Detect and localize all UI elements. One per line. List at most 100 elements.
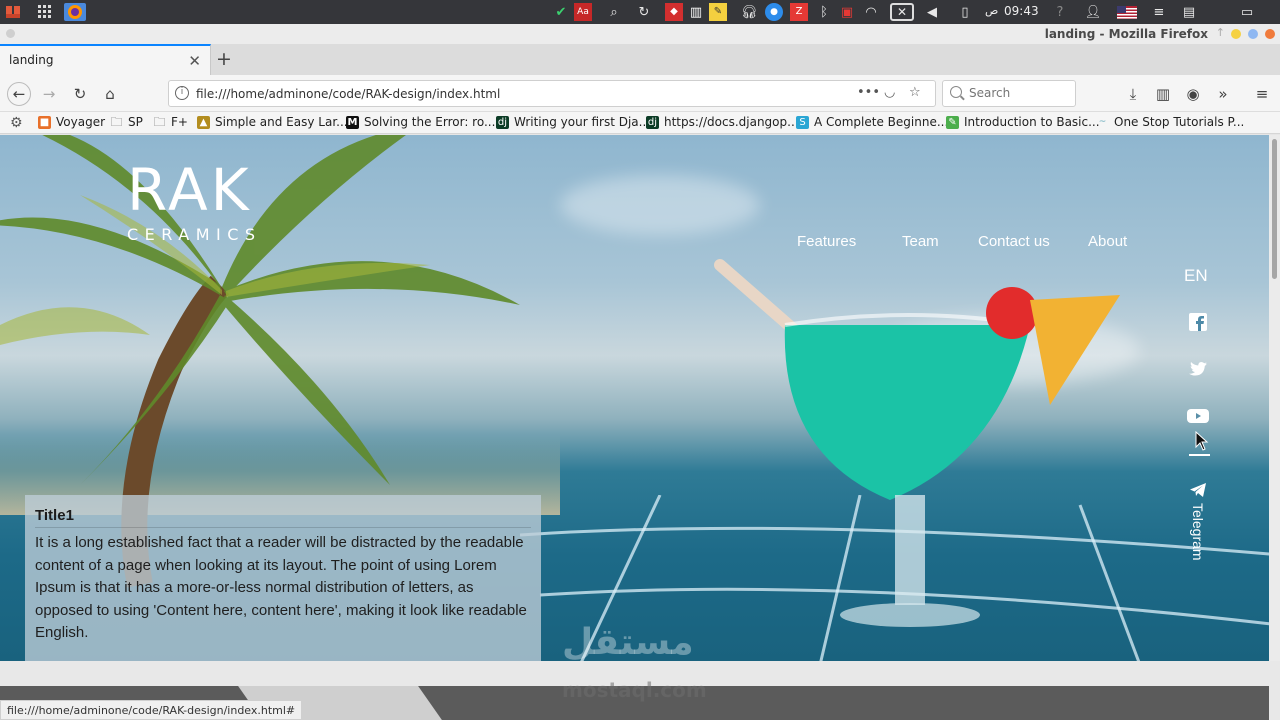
bookmark-item[interactable]: ▲ Simple and Easy Lar...	[197, 115, 348, 129]
sidebar-icon[interactable]: ▥	[1151, 82, 1175, 106]
bookmark-folder[interactable]: 🗀 F+	[153, 114, 188, 129]
firefox-taskbar-icon[interactable]	[64, 3, 86, 21]
logo-sub: CERAMICS	[127, 225, 262, 244]
close-window-button[interactable]	[1265, 29, 1275, 39]
url-bar[interactable]: i file:///home/adminone/code/RAK-design/…	[168, 80, 936, 107]
new-tab-button[interactable]: +	[216, 48, 232, 70]
record-icon[interactable]: ▣	[838, 3, 856, 21]
site-logo[interactable]: RAK CERAMICS	[127, 159, 262, 244]
nav-about[interactable]: About	[1088, 233, 1127, 250]
notes-icon[interactable]: ✎	[709, 3, 727, 21]
us-flag-icon[interactable]	[1116, 3, 1138, 21]
watermark-latin: mostaql.com	[562, 678, 707, 702]
twitter-icon[interactable]	[1187, 359, 1209, 379]
window-titlebar[interactable]: landing - Mozilla Firefox ↑	[0, 24, 1280, 44]
bookmark-label: Simple and Easy Lar...	[215, 115, 348, 129]
account-icon[interactable]: ◉	[1181, 82, 1205, 106]
hamburger-menu-icon[interactable]: ≡	[1250, 82, 1274, 106]
overflow-chevron-icon[interactable]: »	[1211, 82, 1235, 106]
info-icon[interactable]: i	[175, 86, 189, 100]
language-switch[interactable]: EN	[1184, 266, 1208, 286]
card-title: Title1	[35, 507, 531, 528]
nav-team[interactable]: Team	[902, 233, 939, 250]
youtube-icon[interactable]	[1187, 406, 1209, 426]
downloads-icon[interactable]: ⤓	[1121, 82, 1145, 106]
django-icon: dj	[646, 115, 659, 129]
search-box[interactable]	[942, 80, 1076, 107]
bookmark-label: Writing your first Dja...	[514, 115, 651, 129]
app-menu-icon[interactable]	[4, 3, 22, 21]
search-input[interactable]	[969, 86, 1069, 100]
medium-icon: M	[346, 115, 359, 129]
laravel-icon: ▲	[197, 115, 210, 129]
bookmark-item[interactable]: dj https://docs.djangop...	[646, 115, 799, 129]
pocket-icon[interactable]: ◡	[884, 85, 895, 100]
bookmark-star-icon[interactable]: ☆	[909, 85, 921, 100]
tab-close-icon[interactable]: ✕	[188, 52, 201, 70]
page-actions-icon[interactable]: •••	[857, 85, 880, 100]
page-scrollbar[interactable]	[1269, 135, 1280, 661]
search-tray-icon[interactable]: ⌕	[605, 3, 623, 21]
bookmark-label: SP	[128, 115, 143, 129]
wifi-icon[interactable]: ◠	[862, 3, 880, 21]
calendar-icon[interactable]: ●	[765, 3, 783, 21]
navigation-toolbar: ← → ↻ ⌂ i file:///home/adminone/code/RAK…	[0, 75, 1280, 112]
bookmark-item[interactable]: ✎ Introduction to Basic...	[946, 115, 1100, 129]
nav-contact-us[interactable]: Contact us	[978, 233, 1050, 250]
bookmark-item[interactable]: dj Writing your first Dja...	[496, 115, 650, 129]
watermark: مستقل mostaql.com	[562, 622, 707, 702]
user-icon[interactable]: 👤︎	[1084, 3, 1102, 21]
bookmark-folder[interactable]: 🗀 SP	[110, 115, 143, 129]
nav-features[interactable]: Features	[797, 233, 856, 250]
bookmark-item[interactable]: S A Complete Beginne...	[796, 115, 948, 129]
tab-landing[interactable]: landing ✕	[0, 44, 211, 75]
status-url: file:///home/adminone/code/RAK-design/in…	[0, 700, 303, 720]
dictionary-icon[interactable]: Aa	[574, 3, 592, 21]
gear-icon[interactable]: ⚙	[10, 115, 23, 131]
window-title: landing - Mozilla Firefox	[1044, 27, 1208, 41]
home-button[interactable]: ⌂	[98, 82, 122, 106]
window-menu-icon[interactable]	[6, 29, 15, 38]
history-icon[interactable]: ↻	[635, 3, 653, 21]
social-divider	[1189, 454, 1210, 456]
app-grid-icon[interactable]	[36, 3, 54, 21]
cocktail-glass-image	[714, 259, 1120, 627]
url-text[interactable]: file:///home/adminone/code/RAK-design/in…	[196, 87, 500, 101]
bookmark-item[interactable]: M Solving the Error: ro...	[346, 115, 495, 129]
headphones-icon[interactable]: 🎧︎	[740, 3, 758, 21]
anydesk-icon[interactable]: ◆	[665, 3, 683, 21]
bookmarks-toolbar: ⚙ ■ Voyager 🗀 SP 🗀 F+ ▲ Simple and Easy Lar.…	[0, 112, 1280, 134]
bookmark-label: F+	[171, 115, 188, 129]
bluetooth-icon[interactable]: ᛒ	[815, 3, 833, 21]
reload-button[interactable]: ↻	[68, 82, 92, 106]
volume-icon[interactable]: ◀︎	[923, 3, 941, 21]
check-icon[interactable]: ✔	[552, 3, 570, 21]
maximize-button[interactable]	[1248, 29, 1258, 39]
bookmark-item[interactable]: ~ One Stop Tutorials P...	[1096, 115, 1245, 129]
battery-icon[interactable]: ▯	[956, 3, 974, 21]
window-overview-icon[interactable]: ▭	[1236, 3, 1258, 21]
bookmark-label: Voyager	[56, 115, 106, 129]
clock[interactable]: 09:43	[1004, 4, 1039, 18]
back-button[interactable]: ←	[7, 82, 31, 106]
scrollbar-thumb[interactable]	[1272, 139, 1277, 279]
folder-icon: 🗀	[153, 114, 166, 129]
forward-button[interactable]: →	[37, 82, 61, 106]
search-icon	[950, 86, 962, 98]
window-split-icon[interactable]: ▤	[1180, 3, 1198, 21]
telegram-label[interactable]: Telegram	[1190, 503, 1206, 561]
book-icon[interactable]: ▥	[687, 3, 705, 21]
watermark-arabic: مستقل	[562, 622, 694, 663]
tab-strip: landing ✕ +	[0, 44, 1280, 75]
info-card: Title1 It is a long established fact tha…	[25, 495, 541, 661]
bookmark-item[interactable]: ■ Voyager	[38, 115, 105, 129]
menu-lines-icon[interactable]: ≡	[1150, 3, 1168, 21]
facebook-icon[interactable]	[1187, 312, 1209, 332]
x-close-tray-icon[interactable]: ✕	[890, 3, 914, 21]
minimize-button[interactable]	[1231, 29, 1241, 39]
help-icon[interactable]: ?	[1051, 3, 1069, 21]
keep-above-icon[interactable]: ↑	[1216, 26, 1225, 39]
telegram-icon[interactable]	[1187, 480, 1209, 500]
os-top-panel: ✔ Aa ⌕ ↻ ◆ ▥ ✎ 🎧︎ ● Z ᛒ ▣ ◠ ✕ ◀︎ ▯ ص 09:…	[0, 0, 1280, 24]
z-app-icon[interactable]: Z	[790, 3, 808, 21]
